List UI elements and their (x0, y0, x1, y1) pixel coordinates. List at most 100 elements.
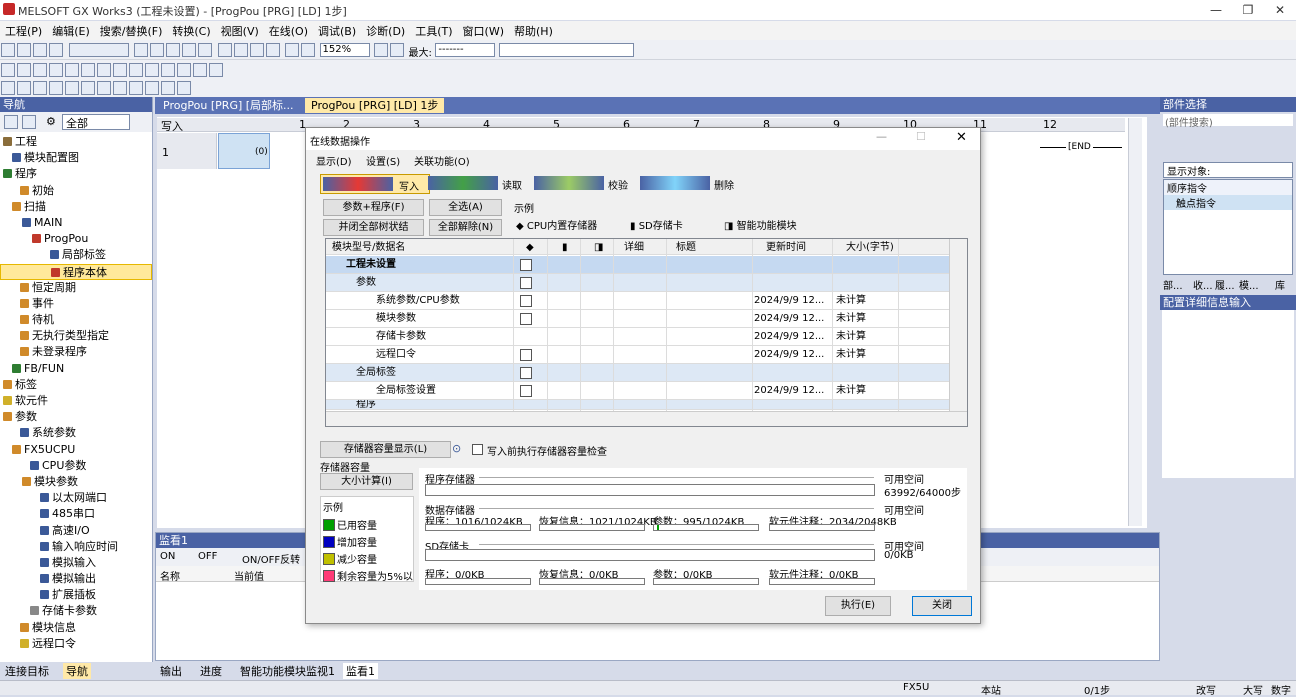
grid-row[interactable]: 参数 (326, 274, 949, 293)
dialog-menu-display[interactable]: 显示(D) (316, 153, 352, 168)
menu-project[interactable]: 工程(P) (0, 21, 47, 41)
tab-output[interactable]: 输出 (160, 663, 182, 679)
tab-local-label[interactable]: ProgPou [PRG] [局部标... (157, 98, 300, 113)
menu-convert[interactable]: 转换(C) (167, 21, 215, 41)
dialog-minimize-button[interactable]: — (876, 130, 887, 143)
redo-icon[interactable] (198, 43, 212, 57)
tree-item[interactable]: CPU参数 (0, 458, 152, 474)
menu-edit[interactable]: 编辑(E) (47, 21, 95, 41)
grid-row[interactable]: 存储卡参数 2024/9/9 12... 未计算 (326, 328, 949, 347)
tree-item[interactable]: 未登录程序 (0, 344, 152, 360)
zoom-out-icon[interactable] (301, 43, 315, 57)
grid-row[interactable]: 模块参数 2024/9/9 12... 未计算 (326, 310, 949, 329)
tree-item[interactable]: 模块参数 (0, 474, 152, 490)
parts-list-item[interactable]: 顺序指令 (1164, 180, 1292, 195)
menu-help[interactable]: 帮助(H) (509, 21, 558, 41)
nav-sort-icon[interactable] (4, 115, 18, 129)
tree-item[interactable]: 标签 (0, 377, 152, 393)
expand-chevron-icon[interactable]: ⊙ (452, 442, 461, 455)
parts-subtab[interactable]: 模... (1239, 277, 1259, 292)
parts-subtab[interactable]: 库 (1275, 277, 1285, 292)
grid-vscrollbar[interactable] (949, 239, 967, 411)
convert-icon[interactable] (265, 43, 280, 57)
run-icon[interactable] (390, 43, 404, 57)
tree-item[interactable]: 恒定周期 (0, 280, 152, 296)
grid-row[interactable]: 远程口令 2024/9/9 12... 未计算 (326, 346, 949, 365)
tree-item[interactable]: MAIN (0, 215, 152, 231)
tree-item[interactable]: 局部标签 (0, 247, 152, 263)
toolbar-combo[interactable] (68, 43, 129, 57)
calc-size-button[interactable]: 大小计算(I) (320, 473, 413, 490)
tree-item[interactable]: 无执行类型指定 (0, 328, 152, 344)
tree-item[interactable]: 参数 (0, 409, 152, 425)
stop-icon[interactable] (374, 43, 388, 57)
mode-write-button[interactable]: 写入 (320, 174, 430, 194)
tb2-icon-14[interactable] (209, 63, 223, 77)
ladder-cursor[interactable]: (0) (218, 133, 270, 169)
ladder-scrollbar[interactable] (1128, 118, 1142, 526)
parts-subtab[interactable]: 部... (1163, 277, 1183, 292)
tree-item[interactable]: ProgPou (0, 231, 152, 247)
tb2-icon-7[interactable] (97, 63, 111, 77)
parts-list-item[interactable]: 触点指令 (1164, 195, 1292, 210)
tb2-icon-11[interactable] (161, 63, 175, 77)
write-plc-icon[interactable] (217, 43, 232, 57)
menu-window[interactable]: 窗口(W) (458, 21, 509, 41)
tab-connection[interactable]: 连接目标 (5, 663, 49, 679)
menu-view[interactable]: 视图(V) (216, 21, 264, 41)
open-icon[interactable] (17, 43, 31, 57)
tb2-icon-13[interactable] (193, 63, 207, 77)
tree-item[interactable]: 模块信息 (0, 620, 152, 636)
grid-row[interactable]: 工程未设置 (326, 256, 949, 275)
grid-row[interactable]: 全局标签设置 2024/9/9 12... 未计算 (326, 382, 949, 401)
close-window-button[interactable]: ✕ (1264, 0, 1296, 20)
menu-tools[interactable]: 工具(T) (410, 21, 457, 41)
parts-subtab[interactable]: 履... (1215, 277, 1235, 292)
print-icon[interactable] (49, 43, 63, 57)
tab-intelligent-monitor[interactable]: 智能功能模块监视1 (240, 663, 335, 679)
tb2-icon-3[interactable] (33, 63, 47, 77)
tree-item[interactable]: 485串口 (0, 506, 152, 522)
copy-icon[interactable] (150, 43, 164, 57)
tree-item[interactable]: 程序 (0, 166, 152, 182)
tree-item[interactable]: 模块配置图 (0, 150, 152, 166)
tree-item[interactable]: 软元件 (0, 393, 152, 409)
menu-online[interactable]: 在线(O) (264, 21, 313, 41)
tree-item[interactable]: 存储卡参数 (0, 603, 152, 619)
watch-toggle-button[interactable]: ON/OFF反转 (242, 551, 300, 566)
tb2-icon-2[interactable] (17, 63, 31, 77)
gear-icon[interactable]: ⚙ (46, 115, 56, 128)
tree-item[interactable]: 扩展插板 (0, 587, 152, 603)
ladder-parallel-icon[interactable] (33, 81, 47, 95)
tab-watch[interactable]: 监看1 (343, 663, 378, 679)
ladder-line-icon[interactable] (81, 81, 95, 95)
undo-icon[interactable] (182, 43, 196, 57)
ladder-ext-icon[interactable] (177, 81, 191, 95)
mode-read-button[interactable]: 读取 (426, 174, 528, 194)
save-icon[interactable] (33, 43, 47, 57)
tb2-icon-8[interactable] (113, 63, 127, 77)
zoom-combo[interactable]: 152% (319, 43, 370, 57)
tb2-icon-9[interactable] (129, 63, 143, 77)
dialog-close-icon[interactable]: ✕ (956, 130, 967, 145)
tree-item[interactable]: 远程口令 (0, 636, 152, 652)
tb2-icon-5[interactable] (65, 63, 79, 77)
parts-subtab[interactable]: 收... (1193, 277, 1213, 292)
restore-button[interactable]: ❐ (1232, 0, 1264, 20)
zoom-in-icon[interactable] (285, 43, 299, 57)
tb2-icon-10[interactable] (145, 63, 159, 77)
read-plc-icon[interactable] (233, 43, 248, 57)
mode-verify-button[interactable]: 校验 (532, 174, 634, 194)
expand-all-button[interactable]: 并闭全部树状结 (323, 219, 424, 236)
tab-progress[interactable]: 进度 (200, 663, 222, 679)
cut-icon[interactable] (134, 43, 148, 57)
tab-ladder[interactable]: ProgPou [PRG] [LD] 1步 (305, 98, 445, 113)
param-program-button[interactable]: 参数+程序(F) (323, 199, 424, 216)
dialog-menu-related[interactable]: 关联功能(O) (414, 153, 470, 168)
menu-search[interactable]: 搜索/替换(F) (95, 21, 168, 41)
ladder-ops-icon[interactable] (145, 81, 159, 95)
close-button[interactable]: 关闭 (912, 596, 972, 616)
menu-diagnostics[interactable]: 诊断(D) (361, 21, 410, 41)
grid-hscrollbar[interactable] (326, 411, 967, 426)
new-icon[interactable] (1, 43, 15, 57)
